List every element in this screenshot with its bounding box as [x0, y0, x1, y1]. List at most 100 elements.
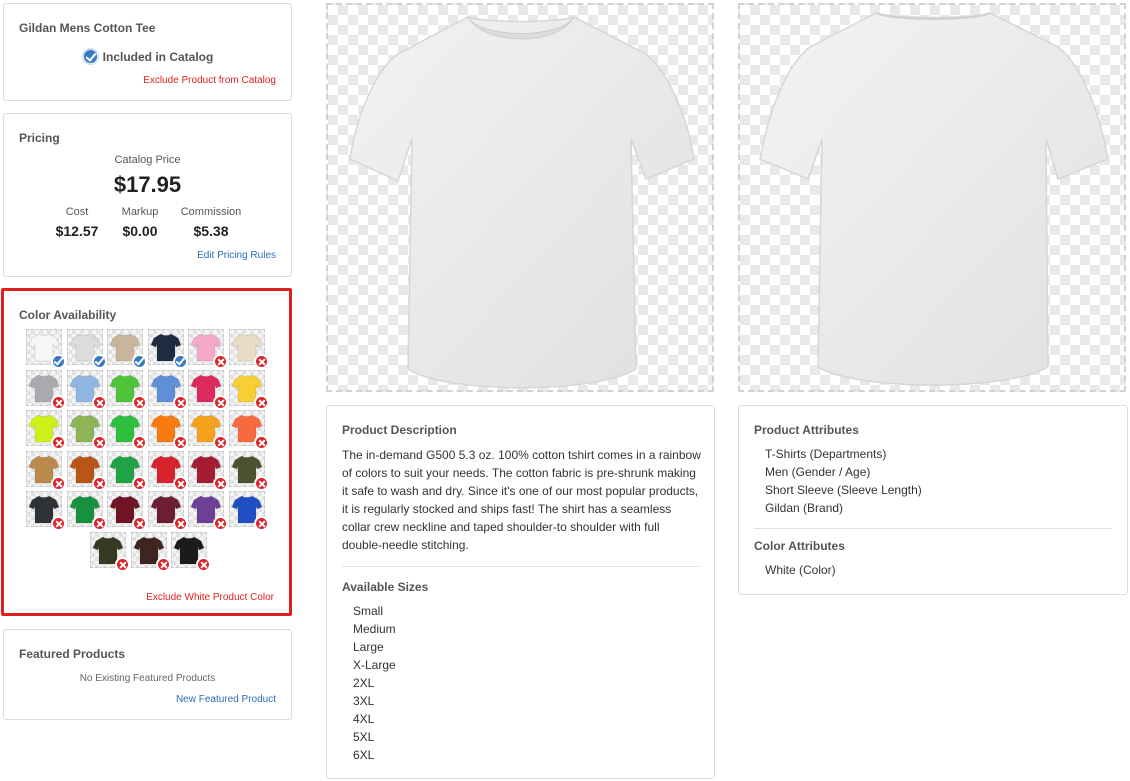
color-swatch[interactable]	[66, 491, 107, 531]
attributes-title: Product Attributes	[754, 423, 859, 437]
exclude-color-link[interactable]: Exclude White Product Color	[146, 592, 274, 603]
included-check-icon[interactable]	[51, 354, 66, 369]
excluded-x-icon[interactable]	[115, 556, 130, 572]
tshirt-front-icon	[349, 16, 695, 389]
color-swatch[interactable]	[147, 450, 188, 491]
color-swatch[interactable]	[228, 450, 269, 491]
color-swatch[interactable]	[66, 450, 107, 491]
front-image[interactable]	[326, 3, 714, 392]
attribute-item: T-Shirts (Departments)	[765, 447, 887, 461]
color-swatch[interactable]	[130, 531, 171, 572]
attribute-item: Short Sleeve (Sleeve Length)	[765, 483, 922, 497]
commission-column: Commission $5.38	[171, 206, 251, 239]
tshirt-back-icon	[759, 12, 1108, 386]
excluded-x-icon[interactable]	[132, 475, 147, 491]
color-swatch[interactable]	[147, 410, 188, 450]
back-image[interactable]	[738, 3, 1126, 392]
included-check-icon[interactable]	[91, 354, 107, 369]
pricing-title: Pricing	[19, 131, 60, 145]
color-swatch[interactable]	[228, 410, 269, 450]
color-swatch[interactable]	[66, 329, 107, 369]
included-check-icon[interactable]	[132, 354, 147, 369]
excluded-x-icon[interactable]	[253, 516, 269, 531]
excluded-x-icon[interactable]	[213, 475, 228, 491]
excluded-x-icon[interactable]	[213, 516, 228, 531]
size-item: 4XL	[353, 712, 375, 726]
included-check-icon[interactable]	[172, 354, 188, 369]
excluded-x-icon[interactable]	[253, 435, 269, 450]
color-swatch[interactable]	[26, 329, 66, 369]
size-item: 3XL	[353, 694, 375, 708]
color-swatch[interactable]	[188, 450, 228, 491]
color-swatch[interactable]	[228, 369, 269, 410]
color-swatch[interactable]	[107, 450, 147, 491]
excluded-x-icon[interactable]	[213, 394, 228, 410]
excluded-x-icon[interactable]	[51, 394, 66, 410]
markup-value: $0.00	[122, 223, 158, 239]
color-swatch[interactable]	[26, 410, 66, 450]
size-item: Medium	[353, 622, 396, 636]
color-availability-title: Color Availability	[19, 308, 117, 322]
color-swatch[interactable]	[66, 410, 107, 450]
sizes-title: Available Sizes	[342, 580, 429, 594]
excluded-x-icon[interactable]	[253, 354, 269, 369]
excluded-x-icon[interactable]	[132, 435, 147, 450]
excluded-x-icon[interactable]	[91, 394, 107, 410]
excluded-x-icon[interactable]	[51, 435, 66, 450]
color-attributes-title: Color Attributes	[754, 539, 845, 553]
color-swatch[interactable]	[147, 369, 188, 410]
markup-column: Markup $0.00	[100, 206, 180, 239]
excluded-x-icon[interactable]	[91, 516, 107, 531]
color-swatch[interactable]	[188, 369, 228, 410]
color-swatch[interactable]	[228, 491, 269, 531]
excluded-x-icon[interactable]	[196, 556, 211, 572]
sizes-list: Small Medium Large X-Large 2XL 3XL 4XL 5XL 6XL	[353, 602, 396, 764]
featured-products-card: Featured Products No Existing Featured P…	[3, 629, 292, 720]
excluded-x-icon[interactable]	[155, 556, 171, 572]
excluded-x-icon[interactable]	[213, 354, 228, 369]
size-item: 5XL	[353, 730, 375, 744]
color-swatch[interactable]	[90, 531, 130, 572]
included-label: Included in Catalog	[102, 50, 214, 64]
color-swatch[interactable]	[228, 329, 269, 369]
pricing-card: Pricing Catalog Price $17.95 Cost $12.57…	[3, 113, 292, 277]
color-swatch[interactable]	[188, 329, 228, 369]
size-item: Small	[353, 604, 384, 618]
color-swatch[interactable]	[26, 369, 66, 410]
color-swatch[interactable]	[26, 450, 66, 491]
excluded-x-icon[interactable]	[132, 394, 147, 410]
excluded-x-icon[interactable]	[172, 475, 188, 491]
excluded-x-icon[interactable]	[91, 475, 107, 491]
color-swatch[interactable]	[188, 410, 228, 450]
commission-label: Commission	[180, 206, 242, 218]
exclude-product-link[interactable]: Exclude Product from Catalog	[143, 75, 276, 86]
excluded-x-icon[interactable]	[172, 435, 188, 450]
excluded-x-icon[interactable]	[51, 475, 66, 491]
color-swatch[interactable]	[107, 410, 147, 450]
color-swatch[interactable]	[147, 491, 188, 531]
color-swatch[interactable]	[171, 531, 211, 572]
color-swatch[interactable]	[26, 491, 66, 531]
size-item: Large	[353, 640, 384, 654]
excluded-x-icon[interactable]	[253, 475, 269, 491]
size-item: X-Large	[353, 658, 396, 672]
excluded-x-icon[interactable]	[51, 516, 66, 531]
excluded-x-icon[interactable]	[253, 394, 269, 410]
excluded-x-icon[interactable]	[91, 435, 107, 450]
color-swatch[interactable]	[147, 329, 188, 369]
color-swatch[interactable]	[107, 329, 147, 369]
color-swatch[interactable]	[107, 369, 147, 410]
color-swatch[interactable]	[188, 491, 228, 531]
excluded-x-icon[interactable]	[132, 516, 147, 531]
excluded-x-icon[interactable]	[172, 394, 188, 410]
excluded-x-icon[interactable]	[172, 516, 188, 531]
commission-value: $5.38	[193, 223, 229, 239]
check-circle-icon[interactable]	[81, 48, 99, 65]
attribute-item: Gildan (Brand)	[765, 501, 844, 515]
excluded-x-icon[interactable]	[213, 435, 228, 450]
color-swatch[interactable]	[107, 491, 147, 531]
new-featured-product-link[interactable]: New Featured Product	[176, 694, 276, 705]
color-swatch[interactable]	[66, 369, 107, 410]
included-status[interactable]: Included in Catalog	[4, 48, 291, 65]
edit-pricing-rules-link[interactable]: Edit Pricing Rules	[197, 250, 276, 261]
